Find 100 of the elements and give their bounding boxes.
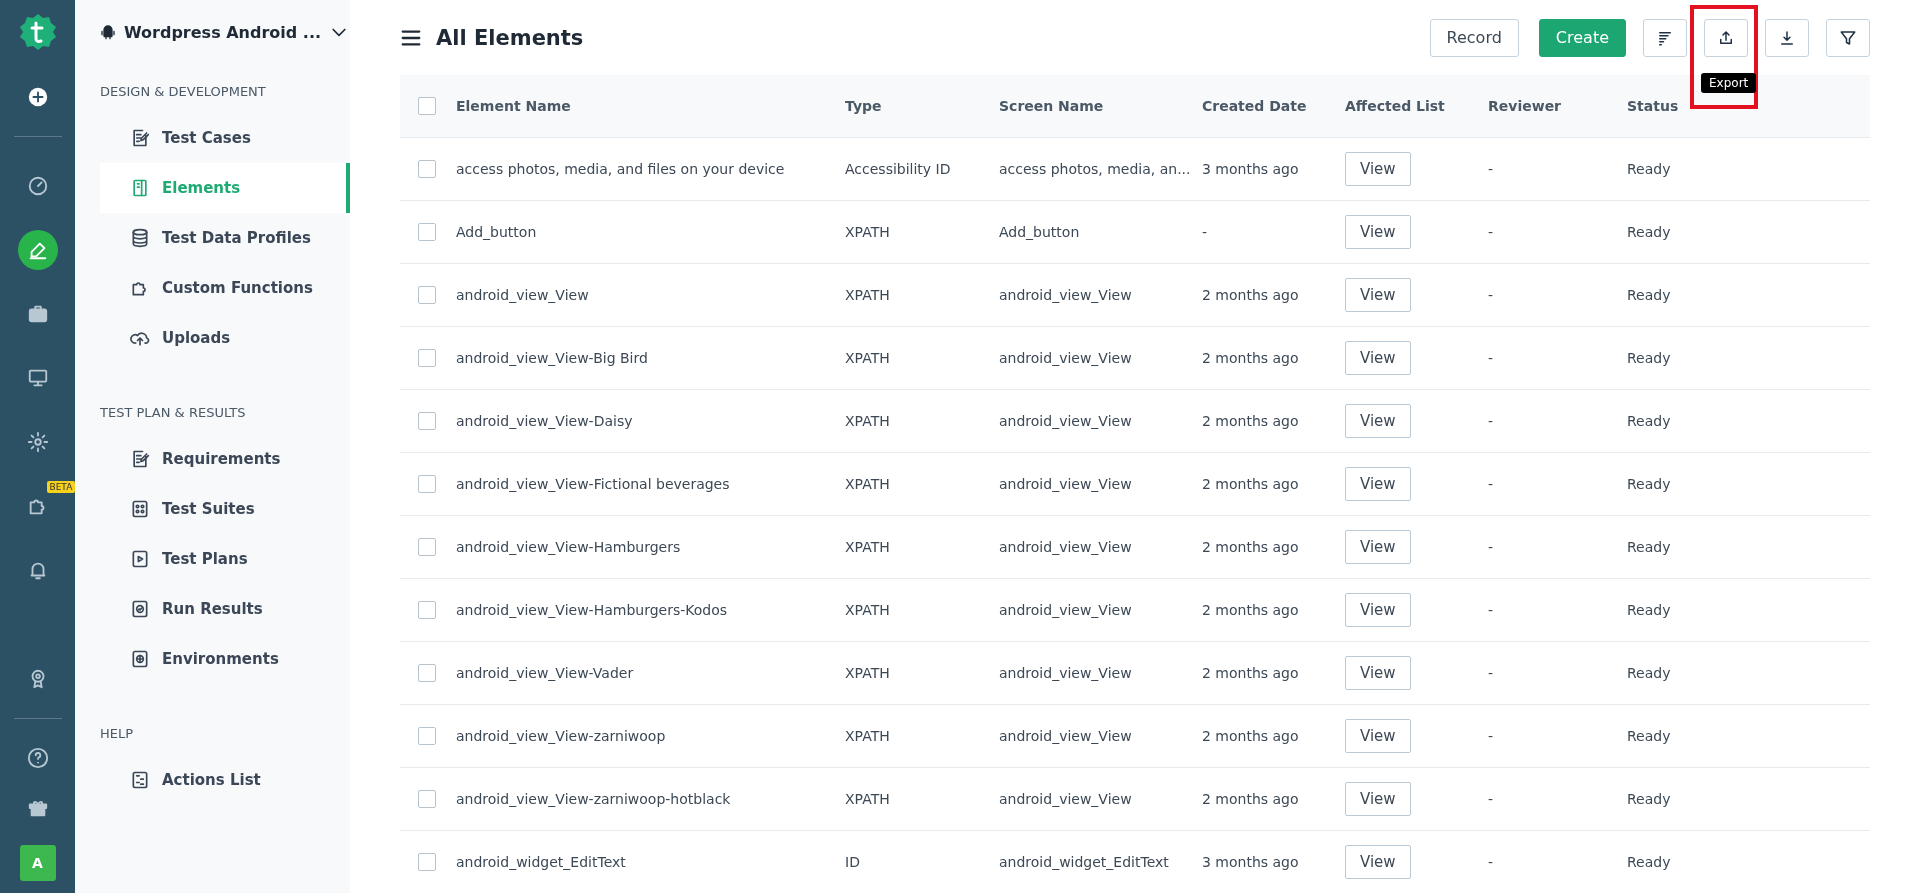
- view-button[interactable]: View: [1345, 656, 1411, 690]
- view-button[interactable]: View: [1345, 467, 1411, 501]
- table-cell: XPATH: [845, 350, 890, 366]
- row-checkbox[interactable]: [418, 538, 436, 556]
- monitor-icon: [26, 367, 49, 389]
- sort-button[interactable]: [1643, 18, 1687, 57]
- sidebar-item[interactable]: Test Plans: [100, 534, 350, 584]
- row-checkbox[interactable]: [418, 664, 436, 682]
- table-cell: -: [1488, 224, 1494, 240]
- table-cell: XPATH: [845, 539, 890, 555]
- table-cell: 2 months ago: [1202, 539, 1299, 555]
- row-checkbox[interactable]: [418, 727, 436, 745]
- table-cell: access photos, media, an...: [999, 161, 1191, 177]
- table-cell: android_view_View: [999, 665, 1132, 681]
- table-cell: 2 months ago: [1202, 728, 1299, 744]
- sidebar-item[interactable]: Actions List: [100, 755, 350, 805]
- table-cell: Ready: [1627, 791, 1671, 807]
- row-checkbox[interactable]: [418, 349, 436, 367]
- sidebar-item[interactable]: Custom Functions: [100, 263, 350, 313]
- table-cell: 3 months ago: [1202, 161, 1299, 177]
- table-cell: Ready: [1627, 476, 1671, 492]
- table-cell: android_view_View-Daisy: [456, 413, 633, 429]
- column-header: Reviewer: [1488, 98, 1562, 114]
- add-icon: [26, 86, 49, 108]
- section-heading: DESIGN & DEVELOPMENT: [100, 84, 267, 99]
- view-button[interactable]: View: [1345, 278, 1411, 312]
- table-cell: Ready: [1627, 665, 1671, 681]
- table-cell: 2 months ago: [1202, 287, 1299, 303]
- table-cell: -: [1488, 161, 1494, 177]
- row-checkbox[interactable]: [418, 223, 436, 241]
- pencil-nav-button[interactable]: [17, 230, 58, 270]
- table-cell: ID: [845, 854, 860, 870]
- row-checkbox[interactable]: [418, 475, 436, 493]
- document-pen-icon: [130, 128, 150, 148]
- table-cell: android_view_View-Hamburgers: [456, 539, 681, 555]
- table-cell: android_view_View-zarniwoop: [456, 728, 666, 744]
- table-cell: 2 months ago: [1202, 665, 1299, 681]
- table-cell: -: [1488, 413, 1494, 429]
- view-button[interactable]: View: [1345, 341, 1411, 375]
- row-checkbox[interactable]: [418, 853, 436, 871]
- upload-icon: [1717, 28, 1735, 47]
- table-cell: Ready: [1627, 350, 1671, 366]
- row-checkbox[interactable]: [418, 286, 436, 304]
- row-checkbox[interactable]: [418, 790, 436, 808]
- view-button[interactable]: View: [1345, 404, 1411, 438]
- project-selector[interactable]: Wordpress Android ...: [100, 22, 350, 42]
- view-button[interactable]: View: [1345, 593, 1411, 627]
- record-button[interactable]: Record: [1429, 18, 1519, 57]
- upload-button[interactable]: [1704, 18, 1748, 57]
- column-header: Affected List: [1345, 98, 1445, 114]
- table-cell: XPATH: [845, 791, 890, 807]
- sidebar-item[interactable]: Test Suites: [100, 484, 350, 534]
- table-cell: XPATH: [845, 728, 890, 744]
- table-cell: 2 months ago: [1202, 791, 1299, 807]
- view-button[interactable]: View: [1345, 152, 1411, 186]
- help-icon: [26, 747, 49, 769]
- table-cell: android_view_View: [999, 791, 1132, 807]
- table-cell: Ready: [1627, 161, 1671, 177]
- table-cell: Ready: [1627, 728, 1671, 744]
- sidebar-item[interactable]: Test Cases: [100, 113, 350, 163]
- table-cell: android_view_View: [999, 539, 1132, 555]
- row-checkbox[interactable]: [418, 412, 436, 430]
- table-cell: XPATH: [845, 665, 890, 681]
- view-button[interactable]: View: [1345, 719, 1411, 753]
- table-cell: Add_button: [456, 224, 537, 240]
- table-cell: -: [1488, 539, 1494, 555]
- view-button[interactable]: View: [1345, 845, 1411, 879]
- table-cell: access photos, media, and files on your device: [456, 161, 785, 177]
- sidebar-item[interactable]: Run Results: [100, 584, 350, 634]
- table-cell: -: [1488, 287, 1494, 303]
- table-cell: android_view_View: [999, 728, 1132, 744]
- row-checkbox[interactable]: [418, 601, 436, 619]
- sidebar-item[interactable]: Requirements: [100, 434, 350, 484]
- view-button[interactable]: View: [1345, 215, 1411, 249]
- logo-icon[interactable]: [17, 12, 58, 52]
- download-button[interactable]: [1765, 18, 1809, 57]
- briefcase-icon: [26, 303, 49, 325]
- view-button[interactable]: View: [1345, 530, 1411, 564]
- table-cell: android_view_View: [999, 476, 1132, 492]
- select-all-checkbox[interactable]: [418, 97, 436, 115]
- view-button[interactable]: View: [1345, 782, 1411, 816]
- filter-icon: [1839, 28, 1857, 47]
- android-icon: [100, 24, 116, 40]
- column-header: Screen Name: [999, 98, 1104, 114]
- table-cell: 2 months ago: [1202, 476, 1299, 492]
- filter-button[interactable]: [1826, 18, 1870, 57]
- table-cell: 2 months ago: [1202, 350, 1299, 366]
- section-heading: HELP: [100, 726, 135, 741]
- table-cell: android_view_View-Big Bird: [456, 350, 648, 366]
- table-cell: android_view_View: [456, 287, 589, 303]
- sidebar-item[interactable]: Uploads: [100, 313, 350, 363]
- table-cell: android_view_View: [999, 602, 1132, 618]
- sidebar-item[interactable]: Test Data Profiles: [100, 213, 350, 263]
- table-cell: android_view_View: [999, 287, 1132, 303]
- table-cell: android_widget_EditText: [456, 854, 626, 870]
- row-checkbox[interactable]: [418, 160, 436, 178]
- panel-icon: [130, 178, 150, 198]
- grid-dots-icon: [130, 499, 150, 519]
- document-pen-icon: [130, 449, 150, 469]
- sidebar-item[interactable]: Environments: [100, 634, 350, 684]
